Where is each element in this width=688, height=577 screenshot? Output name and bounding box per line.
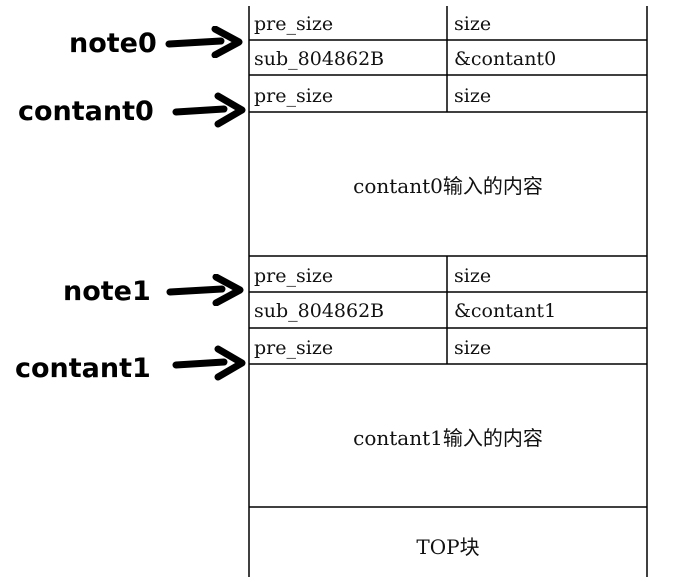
chunk1-func-ptr: sub_804862B <box>254 300 385 322</box>
chunk1-size: size <box>454 265 492 287</box>
content0-pre-size: pre_size <box>254 85 334 107</box>
pointer-label-contant1: contant1 <box>15 353 151 384</box>
pointer-label-contant0: contant0 <box>18 96 154 127</box>
arrow-icon <box>166 274 244 306</box>
content0-body: contant0输入的内容 <box>353 174 543 198</box>
content1-body: contant1输入的内容 <box>353 426 543 450</box>
chunk1-content-ptr: &contant1 <box>454 300 557 322</box>
chunk0-content-ptr: &contant0 <box>454 48 557 70</box>
pointer-label-note1: note1 <box>63 276 151 307</box>
chunk1-pre-size: pre_size <box>254 265 334 287</box>
chunk0-size: size <box>454 13 492 35</box>
pointer-label-note0: note0 <box>69 28 157 59</box>
chunk0-func-ptr: sub_804862B <box>254 48 385 70</box>
arrow-icon <box>172 92 246 128</box>
top-chunk: TOP块 <box>416 535 480 559</box>
content1-pre-size: pre_size <box>254 337 334 359</box>
content1-size: size <box>454 337 492 359</box>
arrow-icon <box>172 345 246 381</box>
arrow-icon <box>165 26 243 58</box>
content0-size: size <box>454 85 492 107</box>
chunk0-pre-size: pre_size <box>254 13 334 35</box>
